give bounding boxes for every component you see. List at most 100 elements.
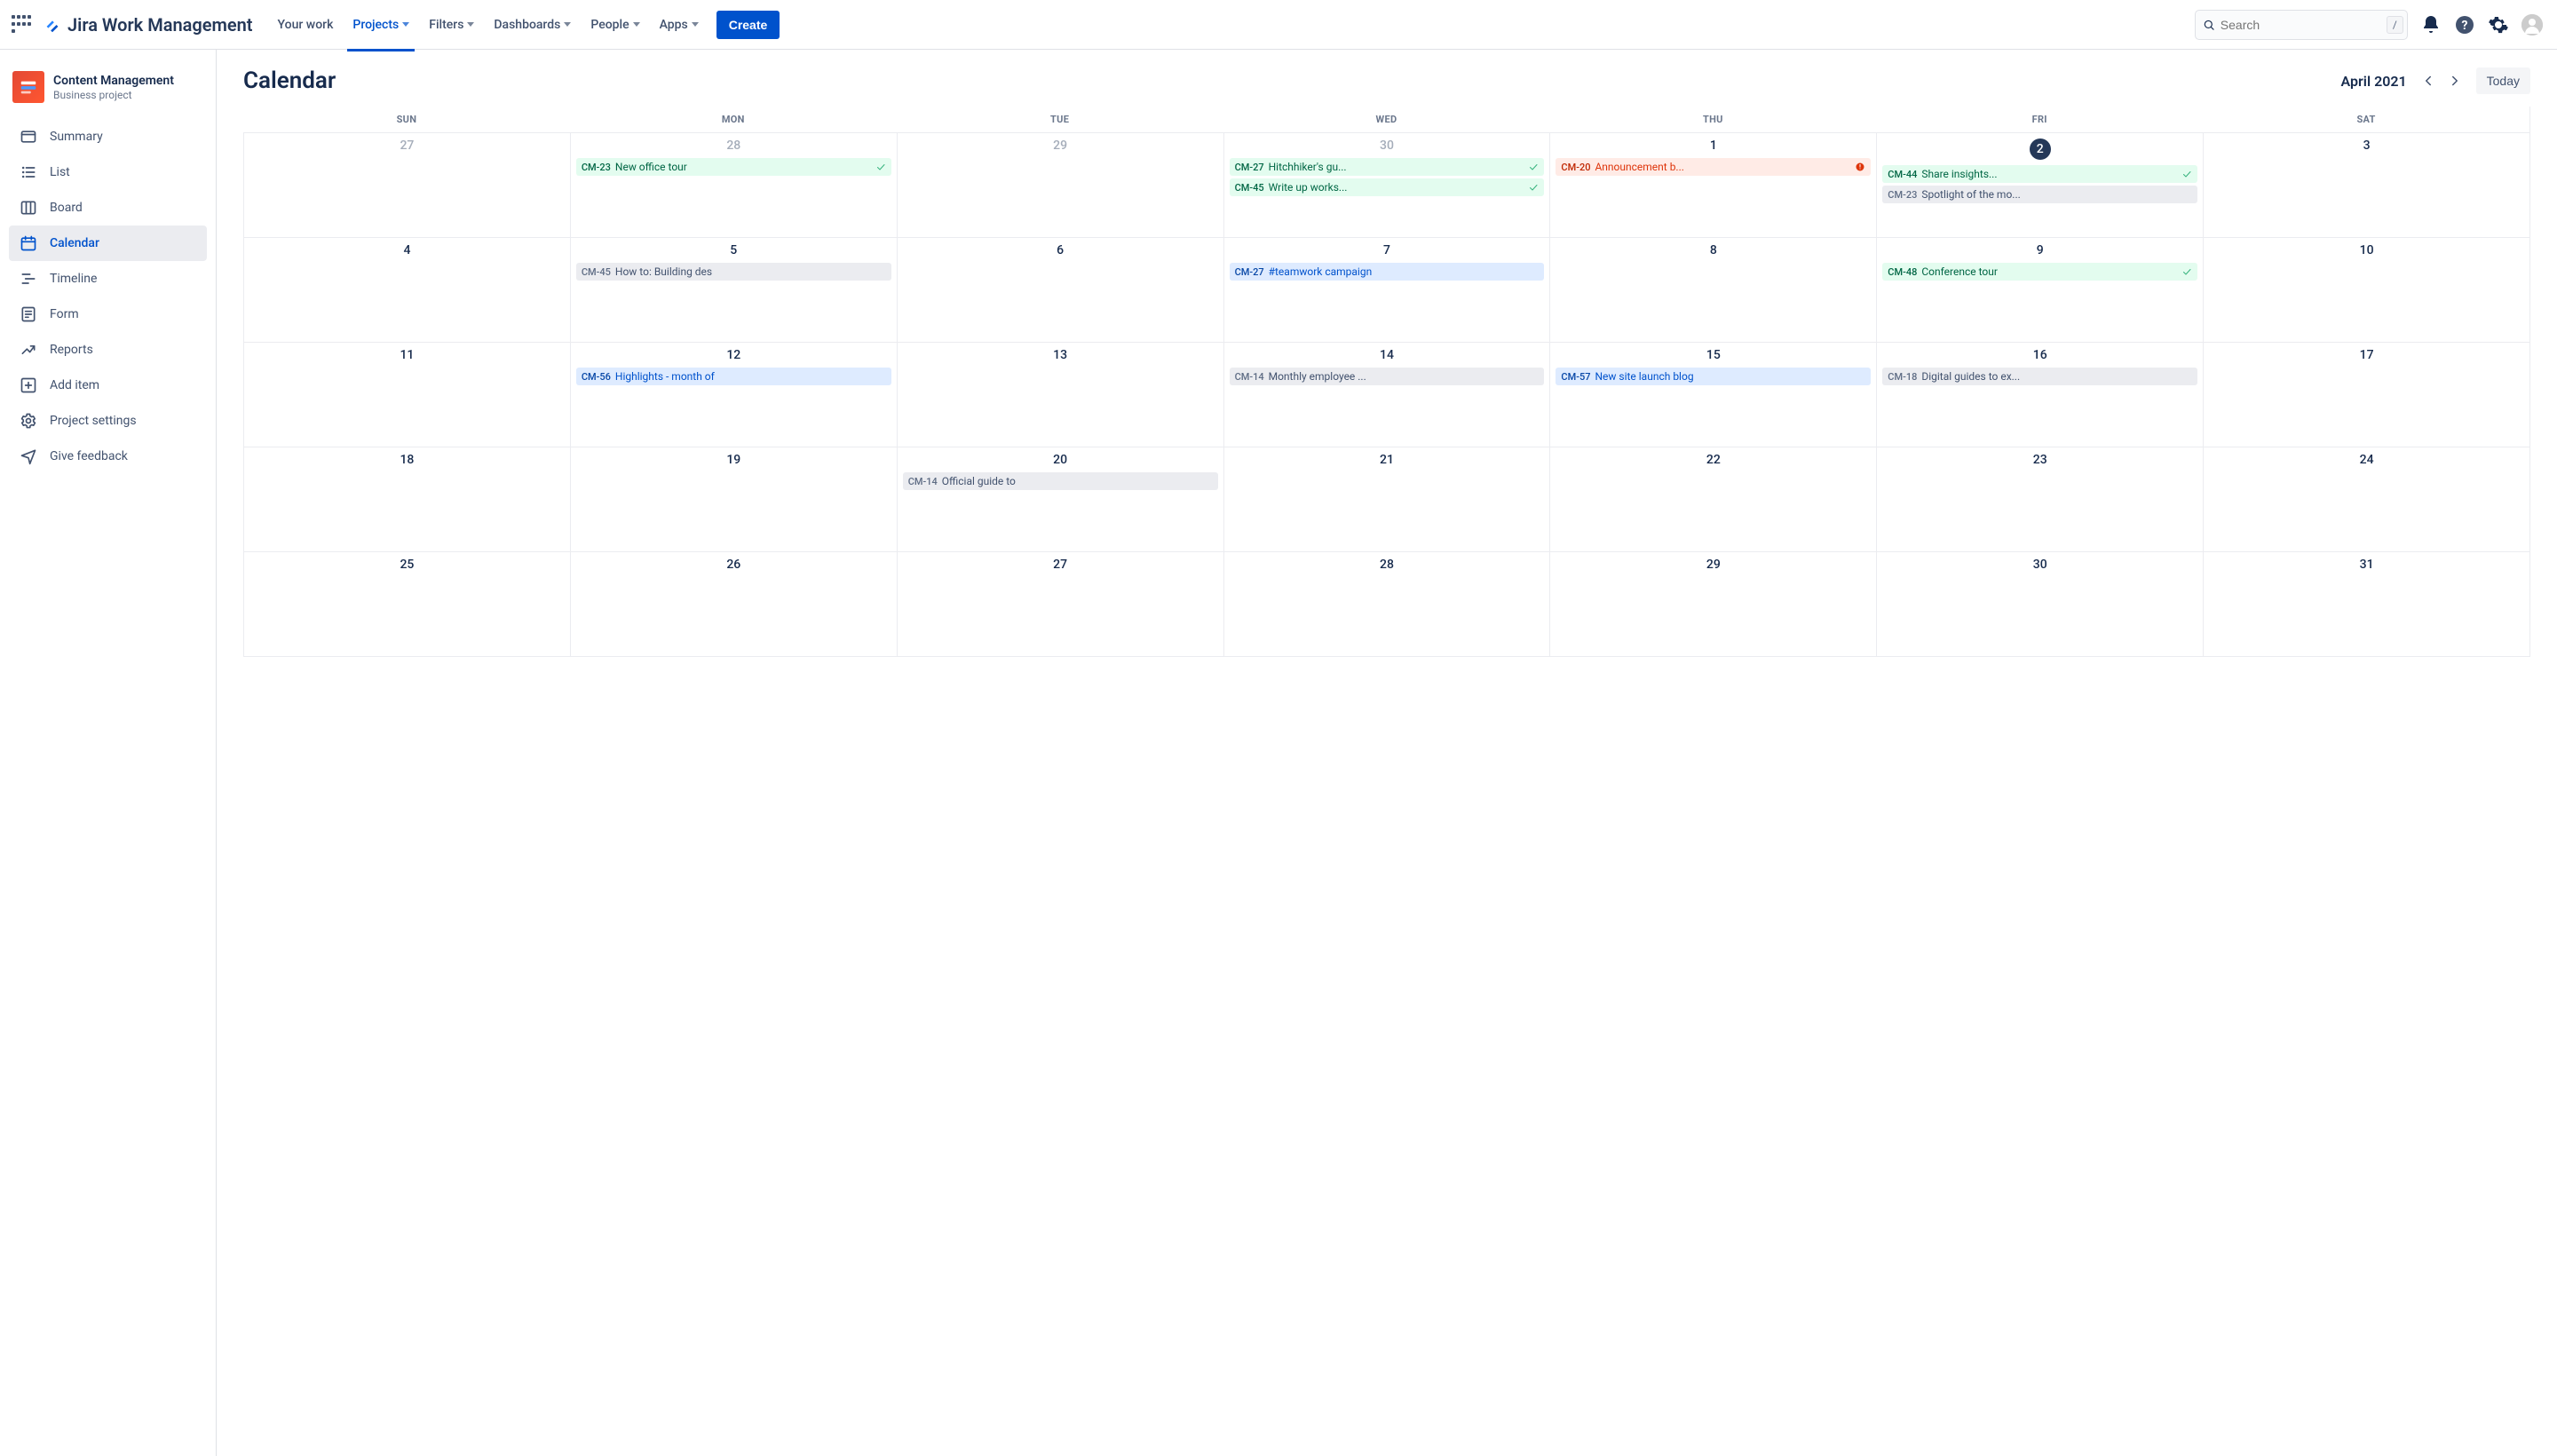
add-icon (20, 376, 37, 394)
event-title: Conference tour (1921, 265, 2177, 278)
chevron-down-icon (692, 22, 699, 27)
product-logo[interactable]: Jira Work Management (43, 14, 253, 36)
calendar-day-header: THU (1549, 107, 1876, 133)
calendar-day-cell[interactable]: 5CM-45How to: Building des (570, 238, 897, 343)
calendar-day-cell[interactable]: 29 (897, 133, 1223, 238)
sidebar-item-reports[interactable]: Reports (9, 332, 207, 368)
nav-link-your-work[interactable]: Your work (269, 11, 343, 39)
calendar-day-number: 18 (249, 453, 565, 467)
search-input[interactable] (2221, 18, 2381, 32)
sidebar-item-project-settings[interactable]: Project settings (9, 403, 207, 439)
sidebar-item-give-feedback[interactable]: Give feedback (9, 439, 207, 474)
calendar-day-cell[interactable]: 9CM-48Conference tour (1876, 238, 2203, 343)
create-button[interactable]: Create (716, 11, 780, 39)
calendar-day-number: 20 (903, 453, 1218, 467)
calendar-day-cell[interactable]: 21 (1223, 447, 1550, 552)
calendar-event[interactable]: CM-44Share insights... (1882, 165, 2197, 183)
sidebar-item-timeline[interactable]: Timeline (9, 261, 207, 297)
calendar-day-cell[interactable]: 27 (897, 552, 1223, 657)
sidebar-item-form[interactable]: Form (9, 297, 207, 332)
event-title: Spotlight of the mo... (1921, 188, 2192, 201)
nav-link-projects[interactable]: Projects (344, 11, 418, 39)
calendar-day-cell[interactable]: 25 (243, 552, 570, 657)
calendar-event[interactable]: CM-48Conference tour (1882, 263, 2197, 281)
calendar-day-cell[interactable]: 20 CM-14Official guide to (897, 447, 1223, 552)
calendar-day-cell[interactable]: 7 CM-27#teamwork campaign (1223, 238, 1550, 343)
calendar-day-cell[interactable]: 30 (1876, 552, 2203, 657)
calendar-day-cell[interactable]: 2 CM-44Share insights... CM-23Spotlight of… (1876, 133, 2203, 238)
calendar-day-cell[interactable]: 27 (243, 133, 570, 238)
calendar-day-cell[interactable]: 18 (243, 447, 570, 552)
calendar-day-number: 10 (2209, 243, 2524, 257)
calendar-day-cell[interactable]: 26 (570, 552, 897, 657)
calendar-day-cell[interactable]: 19 (570, 447, 897, 552)
calendar-day-cell[interactable]: 30CM-27Hitchhiker's gu...CM-45Write up w… (1223, 133, 1550, 238)
calendar-event[interactable]: CM-56Highlights - month of (576, 368, 891, 385)
calendar-day-cell[interactable]: 24 (2203, 447, 2529, 552)
app-switcher-icon[interactable] (11, 14, 32, 36)
calendar-day-cell[interactable]: 4 (243, 238, 570, 343)
calendar-event[interactable]: CM-23New office tour (576, 158, 891, 176)
calendar-event[interactable]: CM-20Announcement b... (1556, 158, 1871, 176)
search-box[interactable]: / (2195, 10, 2408, 40)
project-header[interactable]: Content Management Business project (9, 67, 207, 117)
calendar-event[interactable]: CM-27Hitchhiker's gu... (1230, 158, 1545, 176)
nav-link-people[interactable]: People (582, 11, 648, 39)
project-subtitle: Business project (53, 89, 174, 101)
calendar-day-cell[interactable]: 3 (2203, 133, 2529, 238)
settings-icon[interactable] (2488, 14, 2509, 36)
sidebar-item-calendar[interactable]: Calendar (9, 226, 207, 261)
calendar-day-header: FRI (1876, 107, 2203, 133)
calendar-day-number: 12 (576, 348, 891, 362)
calendar-day-header: MON (570, 107, 897, 133)
calendar-event[interactable]: CM-23Spotlight of the mo... (1882, 186, 2197, 203)
today-button[interactable]: Today (2476, 67, 2530, 94)
calendar-day-cell[interactable]: 14 CM-14Monthly employee ... (1223, 343, 1550, 447)
calendar-day-cell[interactable]: 13 (897, 343, 1223, 447)
calendar-event[interactable]: CM-27#teamwork campaign (1230, 263, 1545, 281)
calendar-day-cell[interactable]: 22 (1549, 447, 1876, 552)
calendar-day-cell[interactable]: 15CM-57New site launch blog (1549, 343, 1876, 447)
calendar-day-cell[interactable]: 28CM-23New office tour (570, 133, 897, 238)
calendar-day-cell[interactable]: 16CM-18Digital guides to ex... (1876, 343, 2203, 447)
calendar-day-cell[interactable]: 6 (897, 238, 1223, 343)
calendar-day-cell[interactable]: 23 (1876, 447, 2203, 552)
calendar-day-cell[interactable]: 12 CM-56Highlights - month of (570, 343, 897, 447)
calendar-day-cell[interactable]: 31 (2203, 552, 2529, 657)
calendar-day-cell[interactable]: 11 (243, 343, 570, 447)
calendar-day-cell[interactable]: 28 (1223, 552, 1550, 657)
calendar-day-cell[interactable]: 8 (1549, 238, 1876, 343)
calendar-month-label: April 2021 (2341, 73, 2407, 90)
calendar-day-cell[interactable]: 1CM-20Announcement b... (1549, 133, 1876, 238)
sidebar-item-label: Board (50, 201, 83, 215)
sidebar-item-add-item[interactable]: Add item (9, 368, 207, 403)
help-icon[interactable]: ? (2454, 14, 2475, 36)
calendar-day-number: 30 (1882, 558, 2197, 572)
calendar-day-cell[interactable]: 29 (1549, 552, 1876, 657)
calendar-next-button[interactable] (2446, 72, 2464, 90)
calendar-day-number: 14 (1230, 348, 1545, 362)
nav-link-label: Projects (352, 18, 399, 32)
calendar-event[interactable]: CM-45How to: Building des (576, 263, 891, 281)
nav-link-filters[interactable]: Filters (420, 11, 483, 39)
calendar-prev-button[interactable] (2419, 72, 2437, 90)
svg-text:?: ? (2462, 19, 2468, 33)
calendar-day-cell[interactable]: 10 (2203, 238, 2529, 343)
calendar-event[interactable]: CM-14Monthly employee ... (1230, 368, 1545, 385)
calendar-day-number: 2 (1882, 138, 2197, 160)
sidebar-item-board[interactable]: Board (9, 190, 207, 226)
event-title: #teamwork campaign (1269, 265, 1540, 278)
calendar-event[interactable]: CM-45Write up works... (1230, 178, 1545, 196)
nav-link-label: Apps (660, 18, 688, 32)
notifications-icon[interactable] (2420, 14, 2442, 36)
calendar-day-cell[interactable]: 17 (2203, 343, 2529, 447)
nav-link-apps[interactable]: Apps (651, 11, 708, 39)
calendar-event[interactable]: CM-57New site launch blog (1556, 368, 1871, 385)
sidebar-item-summary[interactable]: Summary (9, 119, 207, 154)
profile-avatar[interactable] (2521, 14, 2543, 36)
nav-link-dashboards[interactable]: Dashboards (485, 11, 580, 39)
calendar-event[interactable]: CM-18Digital guides to ex... (1882, 368, 2197, 385)
calendar-event[interactable]: CM-14Official guide to (903, 472, 1218, 490)
calendar-day-number: 7 (1230, 243, 1545, 257)
sidebar-item-list[interactable]: List (9, 154, 207, 190)
